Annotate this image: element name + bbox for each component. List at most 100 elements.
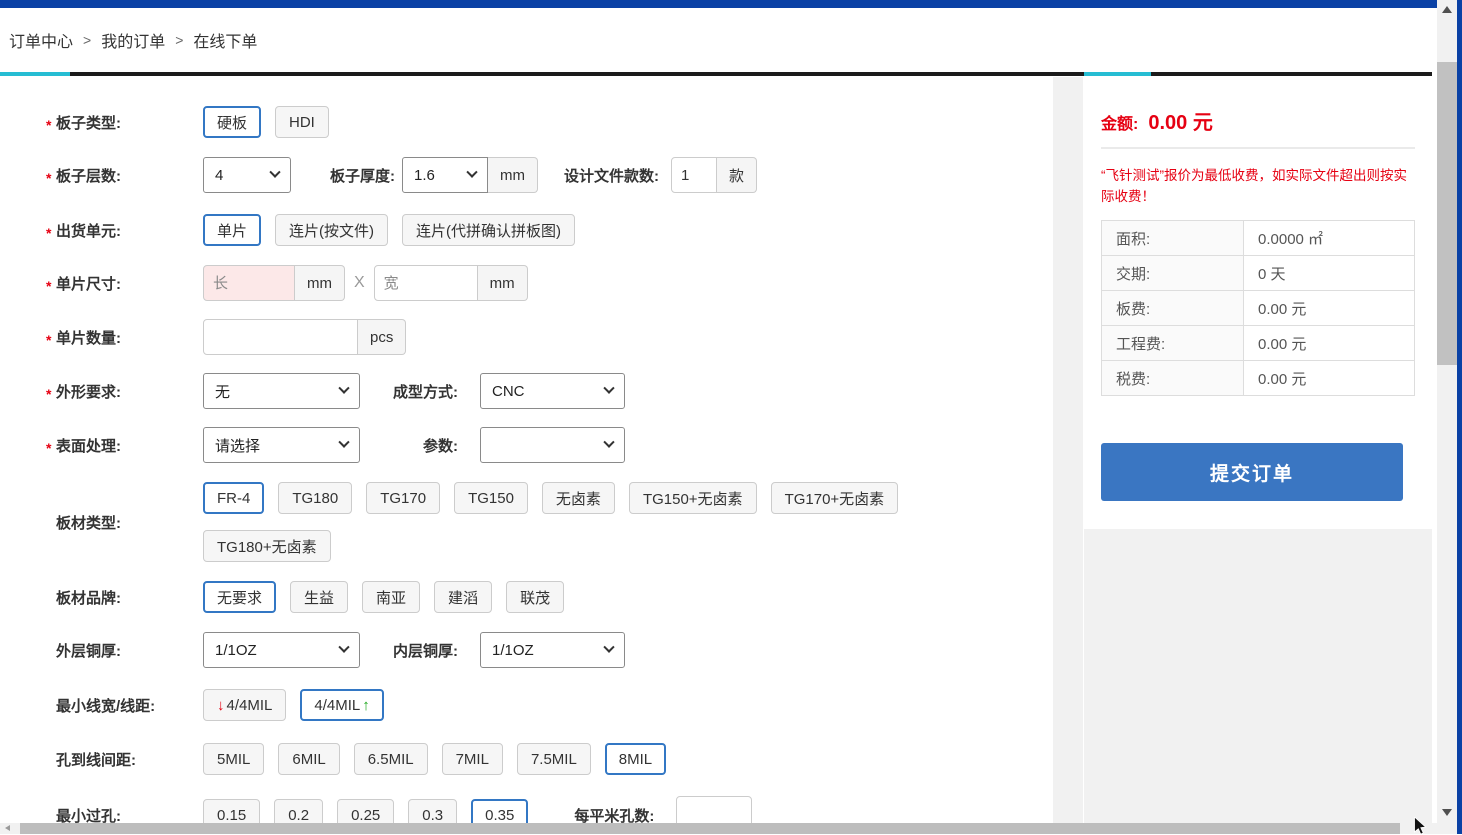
scroll-left-arrow-icon[interactable] xyxy=(5,825,10,831)
hole-to-line-option-7-5mil[interactable]: 7.5MIL xyxy=(517,743,591,775)
hole-to-line-option-5mil[interactable]: 5MIL xyxy=(203,743,264,775)
brand-option-kingboard[interactable]: 建滔 xyxy=(434,581,492,613)
table-row: 交期: 0 天 xyxy=(1102,256,1415,291)
inner-copper-label: 内层铜厚: xyxy=(388,640,458,661)
horizontal-scrollbar[interactable] xyxy=(0,823,1457,834)
width-input[interactable] xyxy=(374,265,478,301)
vertical-scrollbar-thumb[interactable] xyxy=(1437,62,1457,365)
material-option-tg180-halogen-free[interactable]: TG180+无卤素 xyxy=(203,530,331,562)
thickness-select[interactable]: 1.6 xyxy=(402,157,488,193)
chevron-down-icon xyxy=(603,437,614,448)
tax-fee-label: 税费: xyxy=(1102,361,1244,396)
forming-select[interactable]: CNC xyxy=(480,373,625,409)
ship-unit-label: * 出货单元: xyxy=(0,220,203,241)
design-files-label: 设计文件款数: xyxy=(564,165,659,186)
material-option-tg150-halogen-free[interactable]: TG150+无卤素 xyxy=(629,482,757,514)
submit-order-button[interactable]: 提交订单 xyxy=(1101,443,1403,501)
scroll-up-arrow-icon[interactable] xyxy=(1442,6,1452,13)
chevron-down-icon xyxy=(603,383,614,394)
outer-copper-select[interactable]: 1/1OZ xyxy=(203,632,360,668)
layers-select[interactable]: 4 xyxy=(203,157,291,193)
required-mark: * xyxy=(46,386,56,402)
row-piece-size: * 单片尺寸: mm X mm xyxy=(0,265,1053,301)
row-brand: 板材品牌: 无要求 生益 南亚 建滔 联茂 xyxy=(0,581,1053,613)
min-via-option-03[interactable]: 0.3 xyxy=(408,799,457,823)
outline-select[interactable]: 无 xyxy=(203,373,360,409)
brand-option-shengyi[interactable]: 生益 xyxy=(290,581,348,613)
row-board-type: * 板子类型: 硬板 HDI xyxy=(0,106,1053,138)
board-type-label: * 板子类型: xyxy=(0,112,203,133)
amount-value: 0.00 元 xyxy=(1148,106,1212,135)
material-label: 板材类型: xyxy=(0,512,203,533)
top-blue-bar xyxy=(0,0,1437,8)
trace-option-down[interactable]: ↓ 4/4MIL xyxy=(203,689,286,721)
min-via-option-02[interactable]: 0.2 xyxy=(274,799,323,823)
material-option-halogen-free[interactable]: 无卤素 xyxy=(542,482,615,514)
hole-to-line-label: 孔到线间距: xyxy=(0,749,203,770)
material-option-tg170[interactable]: TG170 xyxy=(366,482,440,514)
table-row: 板费: 0.00 元 xyxy=(1102,291,1415,326)
ship-unit-option-single[interactable]: 单片 xyxy=(203,214,261,246)
hole-to-line-option-7mil[interactable]: 7MIL xyxy=(442,743,503,775)
order-form: * 板子类型: 硬板 HDI * 板子层数: 4 板子厚度: 1.6 mm 设计… xyxy=(0,76,1053,823)
table-row: 面积: 0.0000 ㎡ xyxy=(1102,221,1415,256)
breadcrumb: 订单中心 > 我的订单 > 在线下单 xyxy=(0,8,257,72)
board-type-option-hdi[interactable]: HDI xyxy=(275,106,329,138)
inner-copper-select[interactable]: 1/1OZ xyxy=(480,632,625,668)
material-option-tg170-halogen-free[interactable]: TG170+无卤素 xyxy=(771,482,899,514)
hole-to-line-option-6-5mil[interactable]: 6.5MIL xyxy=(354,743,428,775)
times-separator: X xyxy=(354,274,365,292)
hole-to-line-option-6mil[interactable]: 6MIL xyxy=(278,743,339,775)
required-mark: * xyxy=(46,440,56,456)
piece-qty-unit: pcs xyxy=(358,319,406,355)
breadcrumb-online-order: 在线下单 xyxy=(193,28,257,52)
brand-option-itef[interactable]: 联茂 xyxy=(506,581,564,613)
min-via-label: 最小过孔: xyxy=(0,805,203,824)
holes-per-sqm-input[interactable] xyxy=(676,796,752,823)
engineering-fee-label: 工程费: xyxy=(1102,326,1244,361)
area-label: 面积: xyxy=(1102,221,1244,256)
trace-option-up[interactable]: 4/4MIL ↑ xyxy=(300,689,383,721)
brand-option-any[interactable]: 无要求 xyxy=(203,581,276,613)
brand-option-nanya[interactable]: 南亚 xyxy=(362,581,420,613)
panel-gutter xyxy=(1053,77,1083,823)
board-type-option-rigid[interactable]: 硬板 xyxy=(203,106,261,138)
material-option-tg150[interactable]: TG150 xyxy=(454,482,528,514)
piece-qty-label: * 单片数量: xyxy=(0,327,203,348)
up-arrow-icon: ↑ xyxy=(362,697,370,714)
scroll-down-arrow-icon[interactable] xyxy=(1442,809,1452,816)
material-options: FR-4 TG180 TG170 TG150 无卤素 TG150+无卤素 TG1… xyxy=(203,482,912,562)
amount-row: 金额: 0.00 元 xyxy=(1101,106,1415,135)
hole-to-line-option-8mil[interactable]: 8MIL xyxy=(605,743,666,775)
horizontal-scrollbar-thumb[interactable] xyxy=(20,823,1400,834)
breadcrumb-order-center[interactable]: 订单中心 xyxy=(9,28,73,52)
layers-label: * 板子层数: xyxy=(0,165,203,186)
chevron-down-icon xyxy=(338,437,349,448)
min-via-option-025[interactable]: 0.25 xyxy=(337,799,394,823)
vertical-scrollbar[interactable] xyxy=(1437,0,1457,823)
design-files-group: 款 xyxy=(671,157,757,193)
surface-label: * 表面处理: xyxy=(0,435,203,456)
ship-unit-option-panel-by-file[interactable]: 连片(按文件) xyxy=(275,214,388,246)
row-material: 板材类型: FR-4 TG180 TG170 TG150 无卤素 TG150+无… xyxy=(0,482,1053,562)
leadtime-value: 0 天 xyxy=(1244,256,1415,291)
trace-label: 最小线宽/线距: xyxy=(0,695,203,716)
breadcrumb-separator: > xyxy=(83,32,91,48)
surface-param-select[interactable] xyxy=(480,427,625,463)
amount-label: 金额: xyxy=(1101,110,1138,134)
design-files-input[interactable] xyxy=(671,157,717,193)
material-option-tg180[interactable]: TG180 xyxy=(278,482,352,514)
outline-label: * 外形要求: xyxy=(0,381,203,402)
piece-qty-input[interactable] xyxy=(203,319,358,355)
quote-card: 金额: 0.00 元 “飞针测试”报价为最低收费，如实际文件超出则按实际收费！ … xyxy=(1084,76,1432,529)
flying-probe-warning: “飞针测试”报价为最低收费，如实际文件超出则按实际收费！ xyxy=(1101,165,1415,207)
ship-unit-option-panel-confirm[interactable]: 连片(代拼确认拼板图) xyxy=(402,214,575,246)
length-input[interactable] xyxy=(203,265,295,301)
surface-select[interactable]: 请选择 xyxy=(203,427,360,463)
material-option-fr4[interactable]: FR-4 xyxy=(203,482,264,514)
down-arrow-icon: ↓ xyxy=(217,697,225,714)
min-via-option-035[interactable]: 0.35 xyxy=(471,799,528,823)
min-via-option-015[interactable]: 0.15 xyxy=(203,799,260,823)
breadcrumb-my-orders[interactable]: 我的订单 xyxy=(101,28,165,52)
required-mark: * xyxy=(46,225,56,241)
